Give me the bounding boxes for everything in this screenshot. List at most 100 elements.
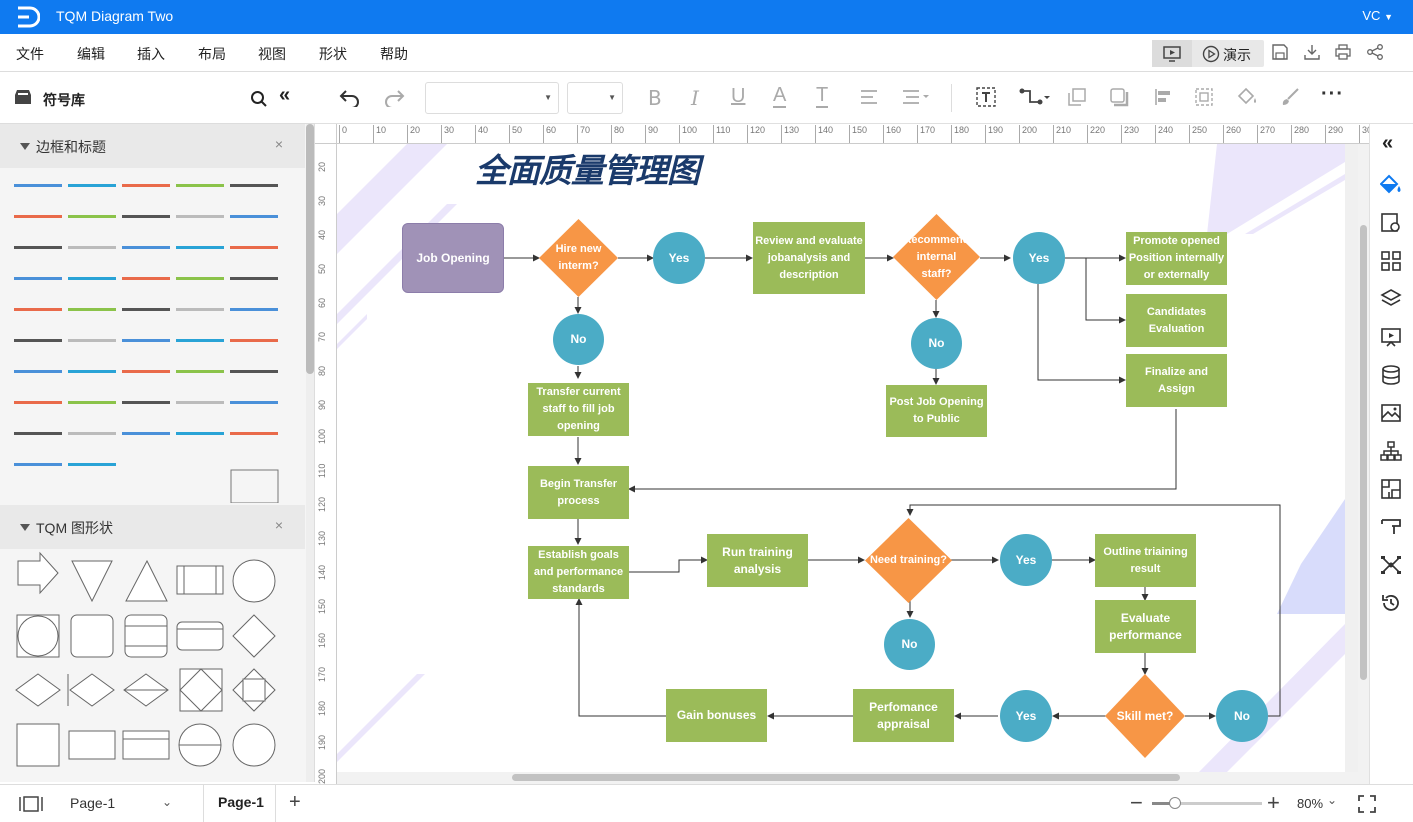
border-thumbnail[interactable] [68,246,116,249]
underline-icon[interactable]: U [731,85,745,108]
zoom-in-icon[interactable]: + [1267,790,1280,816]
mind-map-icon[interactable] [1380,554,1402,576]
node-recommend-internal[interactable]: Recommend internal staff? [893,214,980,300]
node-yes-3[interactable]: Yes [1000,534,1052,586]
history-icon[interactable] [1380,592,1402,614]
align-icon[interactable] [859,88,879,106]
border-thumbnail[interactable] [230,308,278,311]
close-section-icon[interactable]: × [275,517,283,533]
border-thumbnail[interactable] [122,215,170,218]
tqm-shape-thumbnails[interactable] [0,549,305,782]
node-performance-appraisal[interactable]: Perfomance appraisal [853,689,954,742]
node-yes-2[interactable]: Yes [1013,232,1065,284]
close-section-icon[interactable]: × [275,136,283,152]
search-icon[interactable] [250,90,268,108]
border-thumbnail[interactable] [68,339,116,342]
document-title[interactable]: TQM Diagram Two [56,8,173,24]
border-thumbnail[interactable] [176,339,224,342]
border-thumbnail[interactable] [14,246,62,249]
node-yes-1[interactable]: Yes [653,232,705,284]
border-thumbnail[interactable] [176,308,224,311]
menu-help[interactable]: 帮助 [380,44,408,64]
sidebar-scroll-thumb[interactable] [306,124,314,374]
border-thumbnail[interactable] [14,463,62,466]
border-thumbnail[interactable] [230,277,278,280]
save-icon[interactable] [1271,43,1289,61]
menu-shape[interactable]: 形状 [319,44,347,64]
fill-bucket-icon[interactable] [1237,87,1259,107]
chevron-down-icon[interactable]: ⌄ [1327,793,1337,807]
border-thumbnail[interactable] [122,339,170,342]
font-color-icon[interactable]: A [773,84,787,108]
add-page-icon[interactable]: + [289,791,301,814]
node-promote-position[interactable]: Promote opened Position internally or ex… [1126,232,1227,285]
frame-thumbnail[interactable] [230,469,279,503]
node-review-evaluate[interactable]: Review and evaluate jobanalysis and desc… [753,222,865,294]
node-establish-goals[interactable]: Establish goals and performance standard… [528,546,629,599]
node-post-job-opening[interactable]: Post Job Opening to Public [886,385,987,437]
border-thumbnail[interactable] [68,401,116,404]
image-icon[interactable] [1380,402,1402,424]
vertical-scroll-thumb[interactable] [1360,225,1367,680]
border-thumbnail[interactable] [122,277,170,280]
text-box-icon[interactable] [975,86,997,108]
border-thumbnail[interactable] [176,432,224,435]
border-thumbnail[interactable] [230,432,278,435]
shadow-icon[interactable] [1109,87,1129,107]
border-thumbnail[interactable] [230,246,278,249]
node-need-training[interactable]: Need training? [865,518,952,603]
presentation-icon[interactable] [1380,326,1402,348]
group-icon[interactable] [1194,87,1214,107]
border-thumbnail[interactable] [68,370,116,373]
zoom-level[interactable]: 80% [1297,796,1323,811]
border-thumbnail[interactable] [176,246,224,249]
border-thumbnail[interactable] [68,432,116,435]
line-spacing-icon[interactable] [901,88,931,106]
org-chart-icon[interactable] [1380,440,1402,462]
font-size-select[interactable]: ▼ [567,82,623,114]
zoom-slider-handle[interactable] [1169,797,1181,809]
grid-icon[interactable] [1380,250,1402,272]
italic-icon[interactable]: I [691,86,699,110]
border-thumbnail[interactable] [68,215,116,218]
node-evaluate-performance[interactable]: Evaluate performance [1095,600,1196,653]
zoom-slider[interactable] [1152,797,1262,809]
fullscreen-icon[interactable] [1358,795,1376,813]
section-borders-titles[interactable]: 边框和标题 × [0,124,305,168]
border-thumbnail[interactable] [230,401,278,404]
node-no-4[interactable]: No [1216,690,1268,742]
node-finalize-assign[interactable]: Finalize and Assign [1126,354,1227,407]
menu-insert[interactable]: 插入 [137,44,165,64]
section-tqm-shapes[interactable]: TQM 图形状 × [0,505,305,549]
node-no-1[interactable]: No [553,314,604,365]
bring-front-icon[interactable] [1067,87,1087,107]
border-thumbnail[interactable] [14,339,62,342]
page-settings-icon[interactable] [1380,212,1402,234]
page-selector[interactable]: Page-1 ⌄ [70,795,174,815]
floor-plan-icon[interactable] [1380,478,1402,500]
border-title-thumbnails[interactable] [0,168,305,503]
border-thumbnail[interactable] [14,277,62,280]
node-begin-transfer[interactable]: Begin Transfer process [528,466,629,519]
border-thumbnail[interactable] [122,184,170,187]
border-thumbnail[interactable] [230,339,278,342]
border-thumbnail[interactable] [176,277,224,280]
collapse-right-panel-icon[interactable]: « [1382,132,1393,155]
border-thumbnail[interactable] [68,184,116,187]
font-family-select[interactable]: ▼ [425,82,559,114]
border-thumbnail[interactable] [176,401,224,404]
horizontal-scroll-thumb[interactable] [512,774,1180,781]
border-thumbnail[interactable] [14,308,62,311]
border-thumbnail[interactable] [14,215,62,218]
app-logo-icon[interactable] [14,5,40,29]
user-menu[interactable]: VC ▼ [1362,8,1393,23]
zoom-out-icon[interactable]: − [1130,790,1143,816]
menu-file[interactable]: 文件 [16,44,44,64]
node-candidates-evaluation[interactable]: Candidates Evaluation [1126,294,1227,347]
border-thumbnail[interactable] [230,215,278,218]
page-tab[interactable]: Page-1 [203,785,276,822]
download-icon[interactable] [1303,43,1321,61]
brush-icon[interactable] [1280,87,1300,107]
undo-icon[interactable] [339,87,361,107]
database-icon[interactable] [1380,364,1402,386]
